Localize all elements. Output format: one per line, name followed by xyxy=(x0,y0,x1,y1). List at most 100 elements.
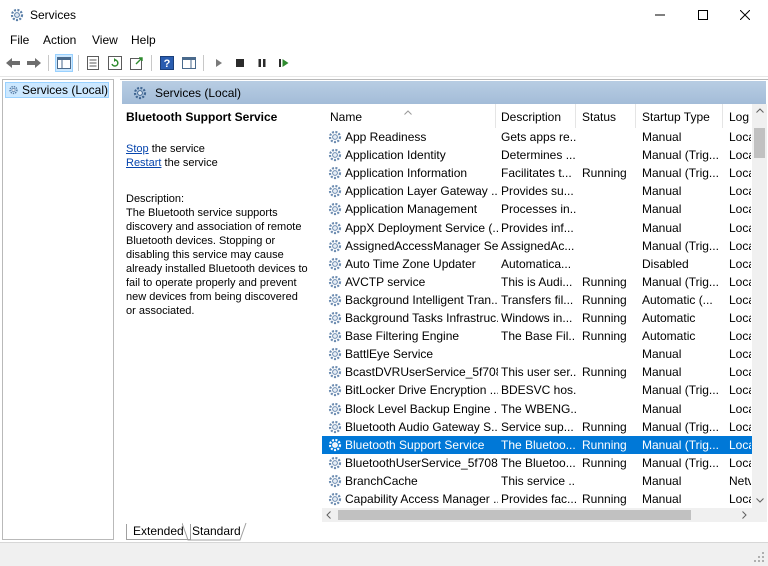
menu-action[interactable]: Action xyxy=(43,33,76,47)
menu-view[interactable]: View xyxy=(92,33,118,47)
service-row[interactable]: Background Tasks Infrastruc... Windows in… xyxy=(322,309,752,327)
menu-help[interactable]: Help xyxy=(131,33,156,47)
service-startup-type: Manual xyxy=(642,220,682,235)
stop-service-button[interactable] xyxy=(231,54,249,72)
service-name: BattlEye Service xyxy=(345,347,434,362)
service-row[interactable]: Bluetooth Audio Gateway S... Service sup.… xyxy=(322,418,752,436)
service-name: Application Layer Gateway ... xyxy=(345,184,498,199)
service-gear-icon xyxy=(327,165,343,181)
service-description: Windows in... xyxy=(501,311,573,325)
restart-service-button[interactable] xyxy=(275,54,293,72)
help-button[interactable]: ? xyxy=(158,54,176,72)
service-log-on-as: Loca xyxy=(729,274,751,289)
pause-icon xyxy=(258,59,266,67)
service-status: Running xyxy=(582,311,627,325)
service-row[interactable]: Application Identity Determines ... Manual… xyxy=(322,146,752,164)
service-row[interactable]: Application Information Facilitates t... R… xyxy=(322,164,752,182)
restart-service-link[interactable]: Restart xyxy=(126,157,161,169)
service-row[interactable]: Base Filtering Engine The Base Fil... Runn… xyxy=(322,327,752,345)
description-label: Description: xyxy=(126,193,185,205)
service-startup-type: Automatic (... xyxy=(642,292,713,307)
service-description: Service sup... xyxy=(501,419,574,434)
properties-button[interactable] xyxy=(84,54,102,72)
service-row[interactable]: BitLocker Drive Encryption ... BDESVC hos… xyxy=(322,381,752,399)
tree-item-services-local[interactable]: Services (Local) xyxy=(5,82,109,98)
scroll-left-icon[interactable] xyxy=(326,511,331,519)
service-row[interactable]: Capability Access Manager ... Provides fa… xyxy=(322,490,752,508)
menu-file[interactable]: File xyxy=(10,33,29,47)
service-startup-type: Automatic xyxy=(642,329,696,344)
maximize-button[interactable] xyxy=(680,0,726,30)
service-row[interactable]: App Readiness Gets apps re... Manual Loca xyxy=(322,128,752,146)
column-header-description[interactable]: Description xyxy=(501,110,561,124)
service-description: Determines ... xyxy=(501,148,576,163)
service-description: BDESVC hos... xyxy=(501,383,576,398)
service-log-on-as: Loca xyxy=(729,419,751,434)
service-row[interactable]: Bluetooth Support Service The Bluetoo... R… xyxy=(322,435,752,454)
service-name: Auto Time Zone Updater xyxy=(345,256,476,271)
services-gear-icon xyxy=(10,8,24,22)
horizontal-scroll-thumb[interactable] xyxy=(338,510,691,520)
minimize-button[interactable] xyxy=(637,0,683,30)
service-row[interactable]: Application Management Processes in... Man… xyxy=(322,200,752,218)
service-log-on-as: Loca xyxy=(729,166,751,181)
stop-icon xyxy=(236,59,244,67)
service-log-on-as: Loca xyxy=(729,130,751,144)
resize-grip-icon[interactable] xyxy=(754,552,765,563)
service-row[interactable]: Background Intelligent Tran... Transfers … xyxy=(322,291,752,309)
forward-button[interactable] xyxy=(25,54,43,72)
service-gear-icon xyxy=(327,274,343,290)
column-header-log-on-as[interactable]: Log xyxy=(729,110,749,124)
column-header-startup-type[interactable]: Startup Type xyxy=(642,110,710,124)
forward-arrow-icon xyxy=(27,58,41,68)
service-row[interactable]: Application Layer Gateway ... Provides su… xyxy=(322,182,752,200)
service-startup-type: Manual (Trig... xyxy=(642,274,719,289)
service-description: This is Audi... xyxy=(501,274,573,289)
refresh-button[interactable] xyxy=(106,54,124,72)
service-description: Automatica... xyxy=(501,256,572,271)
back-button[interactable] xyxy=(4,54,22,72)
export-list-button[interactable] xyxy=(128,54,146,72)
console-tree-pane: Services (Local) xyxy=(2,79,114,540)
service-row[interactable]: BranchCache This service ... Manual Netv xyxy=(322,472,752,490)
services-gear-icon xyxy=(9,85,18,95)
vertical-scroll-thumb[interactable] xyxy=(754,128,765,158)
tab-extended[interactable]: Extended xyxy=(126,524,191,540)
vertical-scrollbar[interactable] xyxy=(752,104,767,508)
show-action-pane-button[interactable] xyxy=(180,54,198,72)
show-hide-console-tree-button[interactable] xyxy=(55,54,73,72)
service-name: Application Identity xyxy=(345,148,446,163)
service-description: Provides su... xyxy=(501,184,574,199)
restart-icon xyxy=(279,59,289,67)
pause-service-button[interactable] xyxy=(253,54,271,72)
scroll-right-icon[interactable] xyxy=(742,511,747,519)
service-row[interactable]: BattlEye Service Manual Loca xyxy=(322,345,752,363)
service-row[interactable]: BluetoothUserService_5f708 The Bluetoo...… xyxy=(322,454,752,472)
start-service-button[interactable] xyxy=(210,54,228,72)
service-gear-icon xyxy=(327,401,343,417)
stop-service-link[interactable]: Stop xyxy=(126,143,149,155)
service-row[interactable]: AssignedAccessManager Se... AssignedAc...… xyxy=(322,237,752,255)
service-row[interactable]: AppX Deployment Service (... Provides inf… xyxy=(322,219,752,237)
console-tree-icon xyxy=(57,57,71,69)
service-row[interactable]: BcastDVRUserService_5f708 This user ser..… xyxy=(322,363,752,381)
service-details: Bluetooth Support Service Stop the servi… xyxy=(126,110,316,318)
description-line: fail to operate properly and prevent xyxy=(126,277,297,289)
column-header-name[interactable]: Name xyxy=(330,110,362,124)
description-line: The Bluetooth service supports xyxy=(126,207,278,219)
close-button[interactable] xyxy=(722,0,768,30)
stop-suffix: the service xyxy=(148,143,205,155)
services-gear-icon xyxy=(133,86,147,100)
service-gear-icon xyxy=(327,364,343,380)
scroll-down-icon[interactable] xyxy=(756,498,764,503)
scroll-up-icon[interactable] xyxy=(756,108,764,113)
service-row[interactable]: Auto Time Zone Updater Automatica... Disab… xyxy=(322,255,752,273)
column-header-status[interactable]: Status xyxy=(582,110,616,124)
toolbar: ? xyxy=(0,51,768,77)
service-gear-icon xyxy=(327,220,343,236)
maximize-icon xyxy=(698,10,708,20)
service-log-on-as: Loca xyxy=(729,256,751,271)
service-row[interactable]: AVCTP service This is Audi... Running Manua… xyxy=(322,273,752,291)
service-status: Running xyxy=(582,166,627,181)
service-row[interactable]: Block Level Backup Engine ... The WBENG..… xyxy=(322,400,752,418)
